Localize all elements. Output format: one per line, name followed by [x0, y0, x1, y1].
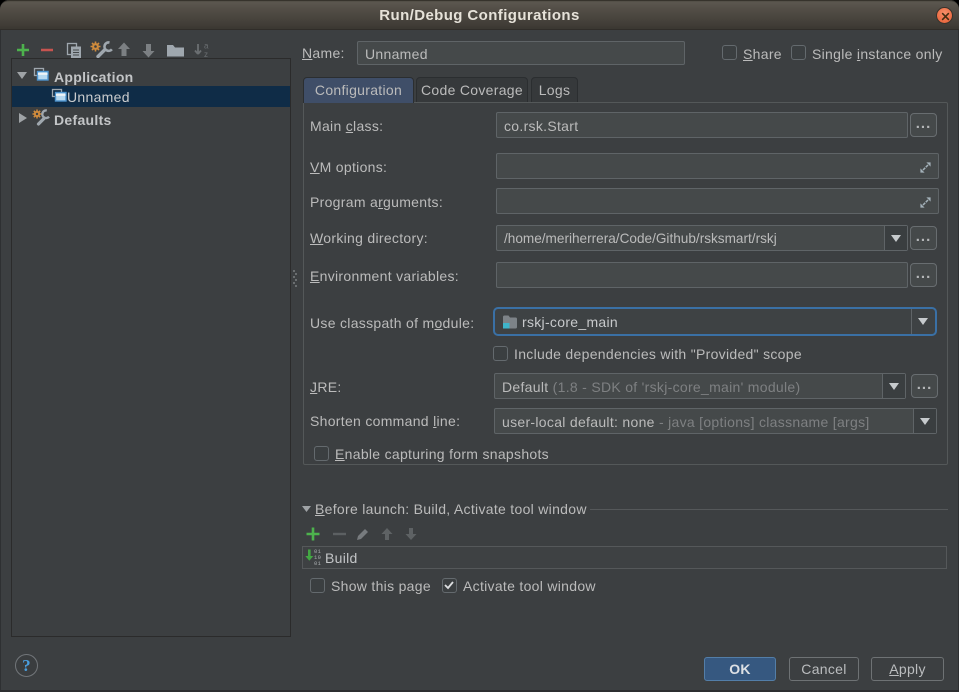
svg-text:01: 01	[314, 560, 322, 566]
